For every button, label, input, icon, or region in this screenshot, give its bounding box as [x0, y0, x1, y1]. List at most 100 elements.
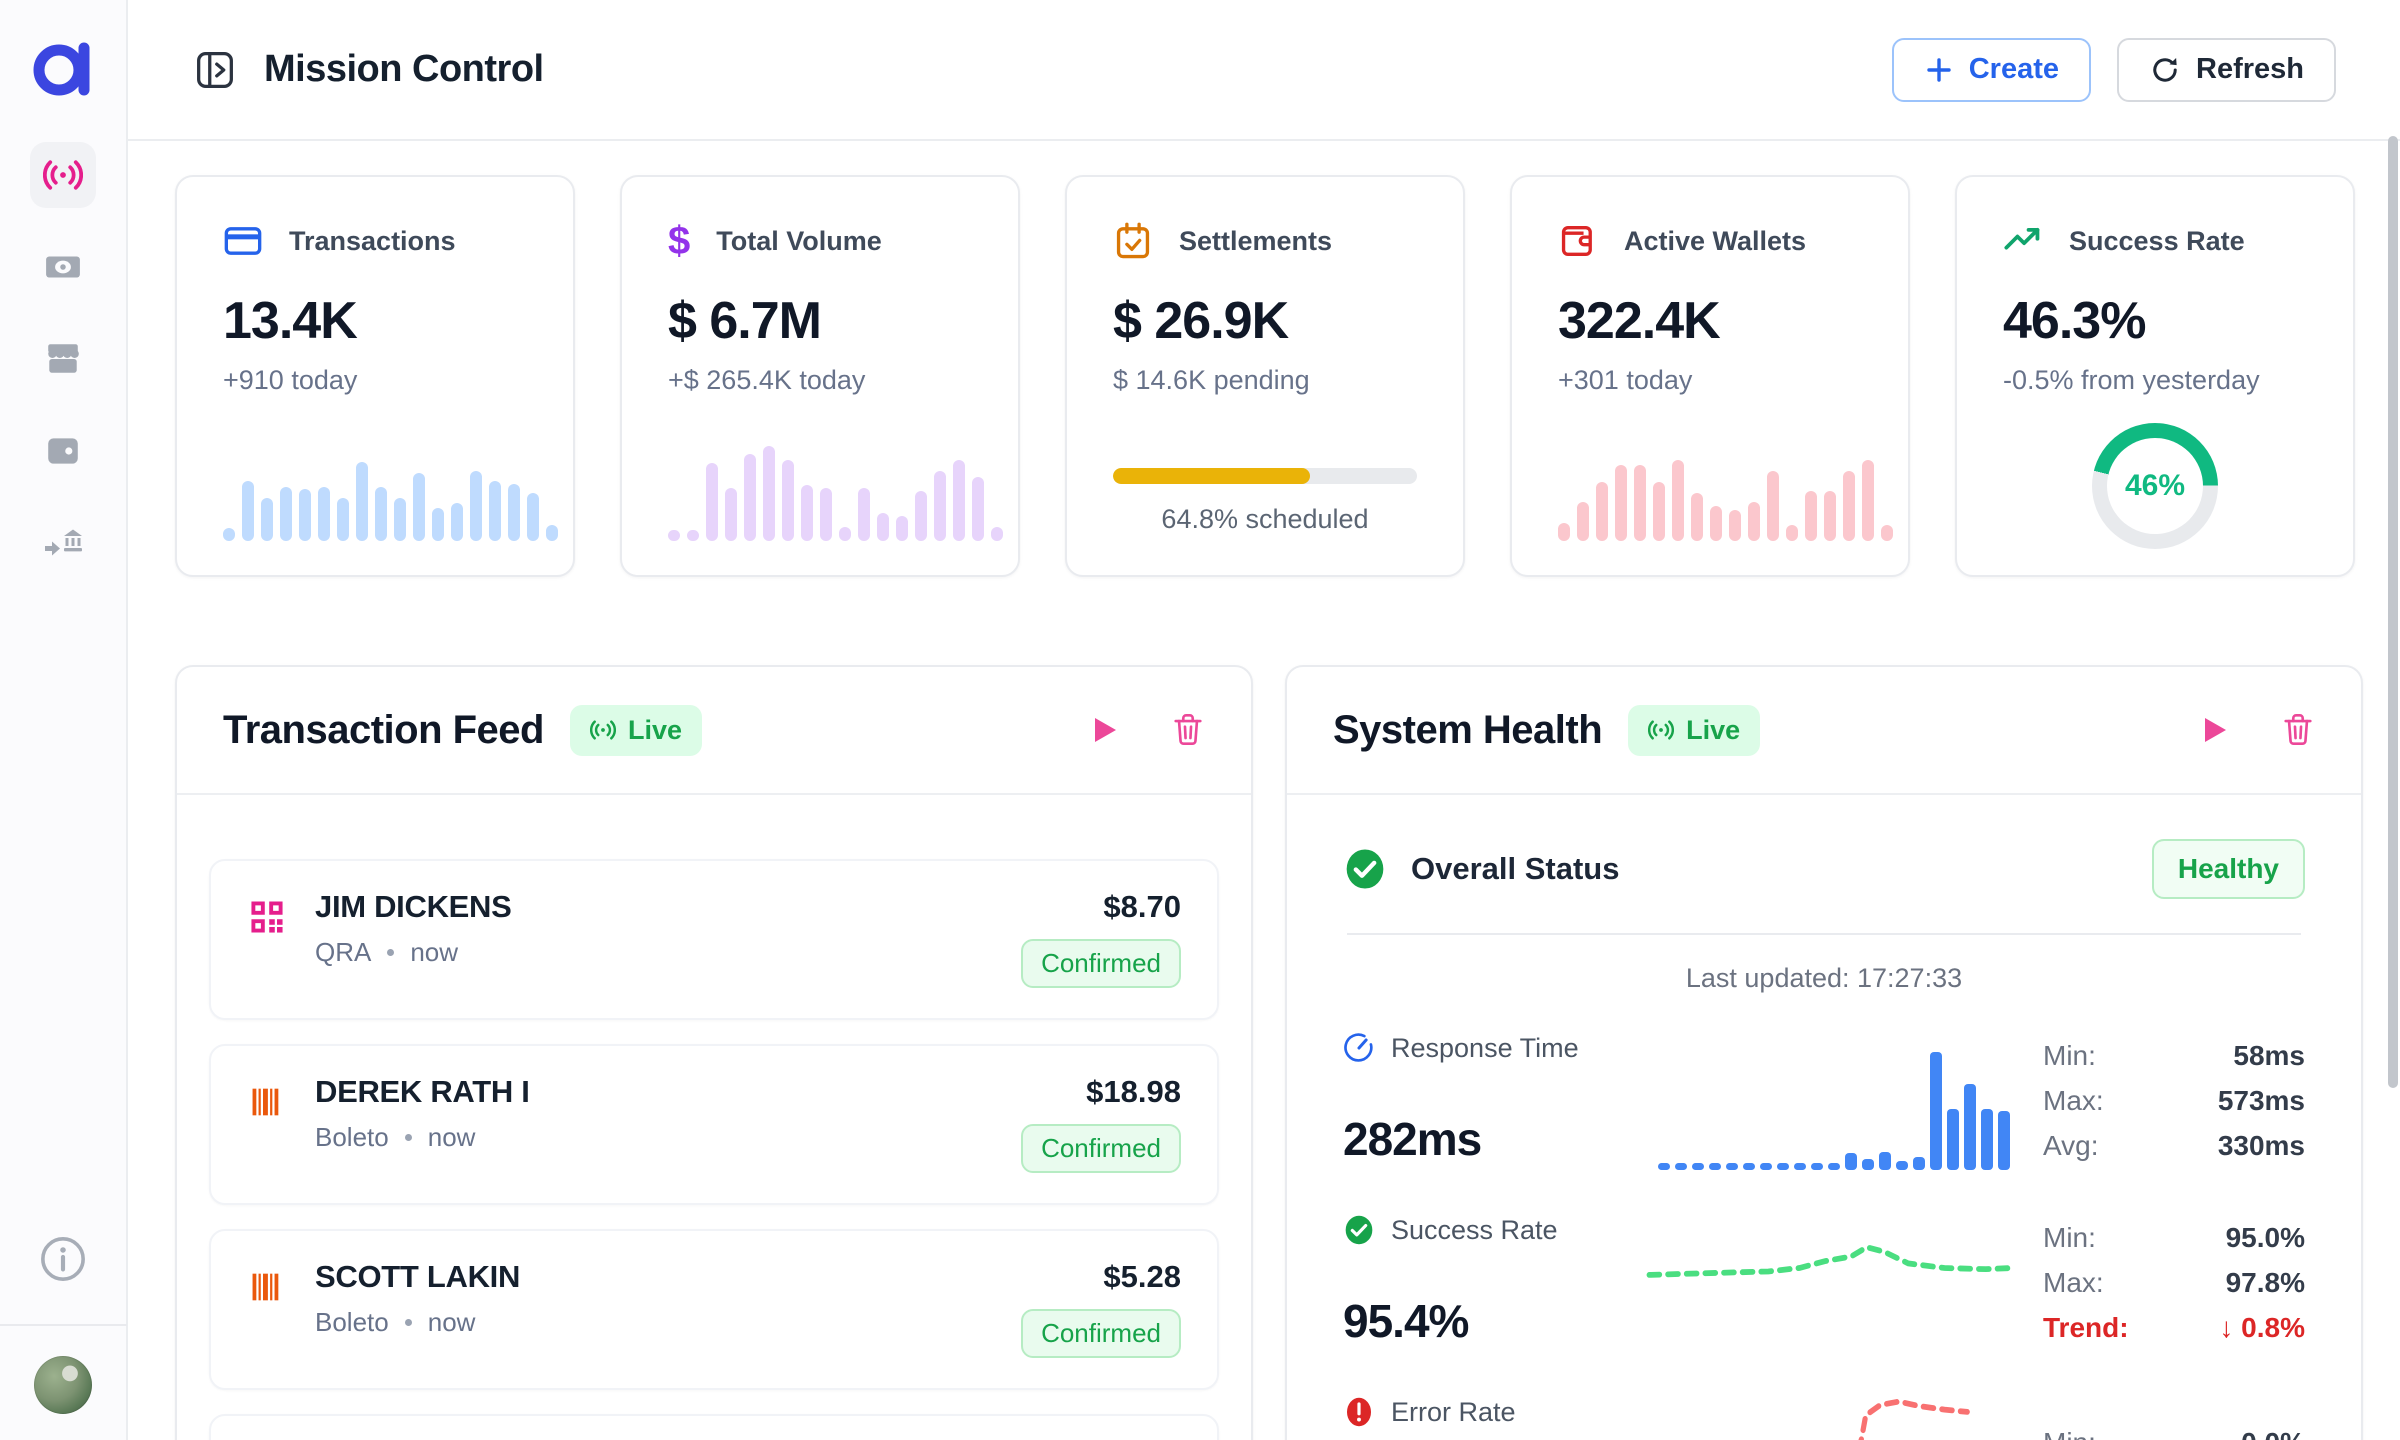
stat-card-title: Active Wallets: [1624, 226, 1806, 257]
stat-card-value: 322.4K: [1558, 291, 1862, 351]
divider: [1347, 933, 2301, 935]
transaction-amount: $8.70: [1021, 889, 1181, 925]
customer-name: SCOTT LAKIN: [315, 1259, 520, 1295]
stat-cards-row: Transactions 13.4K +910 today $ Total Vo…: [175, 175, 2355, 577]
stat-card-sub: -0.5% from yesterday: [2003, 365, 2307, 396]
play-button[interactable]: [1091, 715, 1119, 745]
stat-card-title: Transactions: [289, 226, 456, 257]
alert-circle-icon: [1343, 1396, 1375, 1428]
sparkline-bars: [1558, 433, 1862, 541]
play-button[interactable]: [2201, 715, 2229, 745]
sidebar: [0, 0, 128, 1440]
metric-label: Success Rate: [1391, 1215, 1558, 1246]
transaction-row[interactable]: SCOTT LAKIN Boleto now $5.28 Confirmed: [209, 1229, 1219, 1390]
transaction-time: now: [428, 1122, 476, 1153]
dot-separator: [387, 949, 394, 956]
trash-button[interactable]: [2281, 712, 2315, 748]
dot-separator: [405, 1319, 412, 1326]
bank-transfer-icon: [43, 523, 83, 563]
create-button[interactable]: Create: [1892, 38, 2091, 102]
sidebar-item-payments[interactable]: [30, 234, 96, 300]
header: Mission Control Create Refresh: [128, 0, 2400, 141]
sidebar-item-live-feed[interactable]: [30, 142, 96, 208]
settlement-progress-label: 64.8% scheduled: [1113, 504, 1417, 535]
transaction-row[interactable]: RUDOLPH GRADY-HOMENICK Credit Card now $…: [209, 1414, 1219, 1440]
refresh-button[interactable]: Refresh: [2117, 38, 2336, 102]
barcode-icon: [247, 1082, 291, 1173]
donut-label: 46%: [2125, 469, 2185, 503]
transaction-feed-title: Transaction Feed: [223, 708, 544, 753]
dot-separator: [405, 1134, 412, 1141]
stat-card-value: $ 6.7M: [668, 291, 972, 351]
stat-card-value: 46.3%: [2003, 291, 2307, 351]
stat-card-active-wallets: Active Wallets 322.4K +301 today: [1510, 175, 1910, 577]
healthy-badge: Healthy: [2152, 839, 2305, 899]
status-badge: Confirmed: [1021, 1309, 1181, 1358]
transaction-feed-panel: Transaction Feed Live: [175, 665, 1253, 1440]
metric-response-time: Response Time 282ms Min:58ms Max:573ms A…: [1343, 1026, 2305, 1176]
system-health-panel: System Health Live: [1285, 665, 2363, 1440]
metric-value: 282ms: [1343, 1112, 1638, 1166]
transaction-row[interactable]: DEREK RATH I Boleto now $18.98 Confirmed: [209, 1044, 1219, 1205]
payment-method: Boleto: [315, 1122, 389, 1153]
calendar-check-icon: [1113, 221, 1153, 261]
stat-card-sub: $ 14.6K pending: [1113, 365, 1417, 396]
info-button[interactable]: [38, 1234, 88, 1284]
sidebar-item-wallets[interactable]: [30, 418, 96, 484]
page-scrollbar[interactable]: [2388, 136, 2398, 1088]
transaction-time: now: [428, 1307, 476, 1338]
status-badge: Confirmed: [1021, 939, 1181, 988]
metric-value: 95.4%: [1343, 1294, 1638, 1348]
stat-card-settlements: Settlements $ 26.9K $ 14.6K pending 64.8…: [1065, 175, 1465, 577]
trending-up-icon: [2003, 221, 2043, 261]
wallet-icon: [44, 432, 82, 470]
transaction-amount: $5.28: [1021, 1259, 1181, 1295]
success-rate-donut: 46%: [2092, 423, 2218, 549]
transaction-amount: $18.98: [1021, 1074, 1181, 1110]
gauge-icon: [1343, 1032, 1375, 1064]
stat-card-sub: +$ 265.4K today: [668, 365, 972, 396]
sidebar-nav: [30, 142, 96, 576]
check-circle-icon: [1343, 1214, 1375, 1246]
settlement-progress-fill: [1113, 468, 1310, 484]
broadcast-icon: [43, 155, 83, 195]
plus-icon: [1924, 55, 1954, 85]
page-title: Mission Control: [264, 48, 544, 91]
app-logo[interactable]: [31, 24, 95, 102]
stat-card-sub: +301 today: [1558, 365, 1862, 396]
sidebar-divider: [0, 1324, 127, 1326]
sparkline-bars: [668, 433, 972, 541]
error-rate-sparkline: [1644, 1390, 2017, 1440]
stat-card-transactions: Transactions 13.4K +910 today: [175, 175, 575, 577]
overall-status-row: Overall Status Healthy: [1343, 839, 2305, 899]
credit-card-icon: [223, 221, 263, 261]
wallet-icon: [1558, 221, 1598, 261]
payment-method: QRA: [315, 937, 371, 968]
trash-button[interactable]: [1171, 712, 1205, 748]
stat-card-title: Success Rate: [2069, 226, 2245, 257]
settlement-progress-track: [1113, 468, 1417, 484]
broadcast-icon: [1648, 717, 1674, 743]
metric-label: Response Time: [1391, 1033, 1579, 1064]
success-rate-sparkline: [1644, 1208, 2017, 1358]
payment-method: Boleto: [315, 1307, 389, 1338]
transaction-time: now: [410, 937, 458, 968]
transaction-row[interactable]: JIM DICKENS QRA now $8.70 Confirmed: [209, 859, 1219, 1020]
sidebar-item-merchants[interactable]: [30, 326, 96, 392]
qr-code-icon: [247, 897, 291, 988]
metric-success-rate: Success Rate 95.4% Min:95.0% Max:97.8% T…: [1343, 1208, 2305, 1358]
user-avatar[interactable]: [34, 1356, 92, 1414]
live-badge: Live: [570, 705, 702, 756]
panel-toggle-icon[interactable]: [194, 49, 236, 91]
stat-card-sub: +910 today: [223, 365, 527, 396]
mission-control-page: Mission Control Create Refresh: [0, 0, 2400, 1440]
sidebar-item-payouts[interactable]: [30, 510, 96, 576]
dollar-icon: $: [668, 221, 690, 261]
barcode-icon: [247, 1267, 291, 1358]
banknote-icon: [44, 248, 82, 286]
status-badge: Confirmed: [1021, 1124, 1181, 1173]
stat-card-success-rate: Success Rate 46.3% -0.5% from yesterday …: [1955, 175, 2355, 577]
last-updated: Last updated: 17:27:33: [1343, 963, 2305, 994]
overall-status-label: Overall Status: [1411, 851, 1619, 887]
stat-card-title: Total Volume: [716, 226, 882, 257]
